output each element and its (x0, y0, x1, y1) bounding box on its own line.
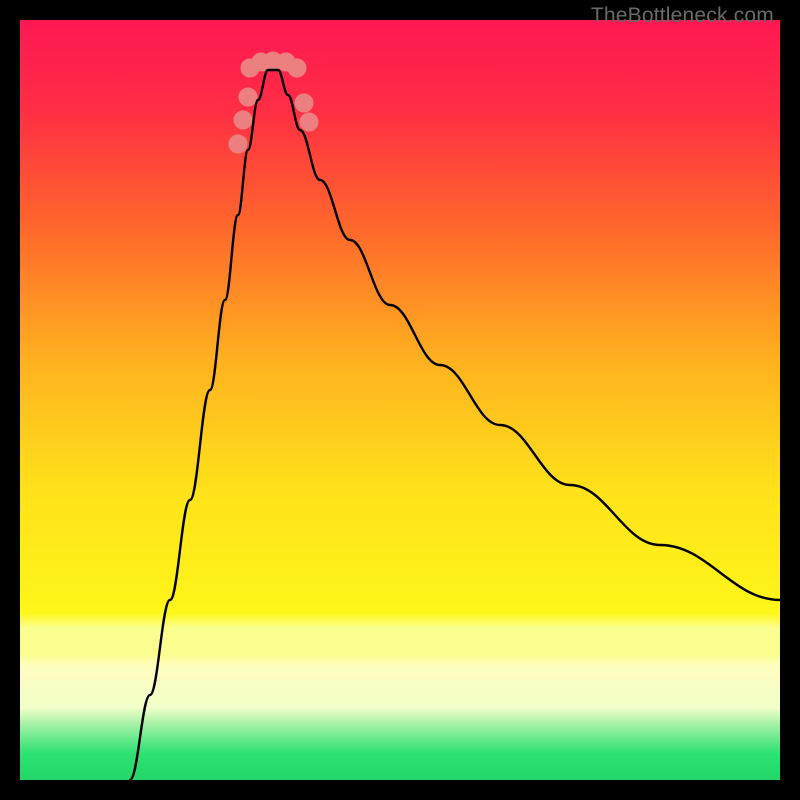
bottleneck-curve (130, 70, 780, 780)
curve-layer (20, 20, 780, 780)
marker-dot (300, 113, 318, 131)
marker-dot (229, 135, 247, 153)
watermark-text: TheBottleneck.com (591, 4, 774, 28)
marker-dot (295, 94, 313, 112)
marker-dot (234, 111, 252, 129)
marker-bar (250, 61, 297, 68)
marker-dot (239, 88, 257, 106)
plot-frame (20, 20, 780, 780)
